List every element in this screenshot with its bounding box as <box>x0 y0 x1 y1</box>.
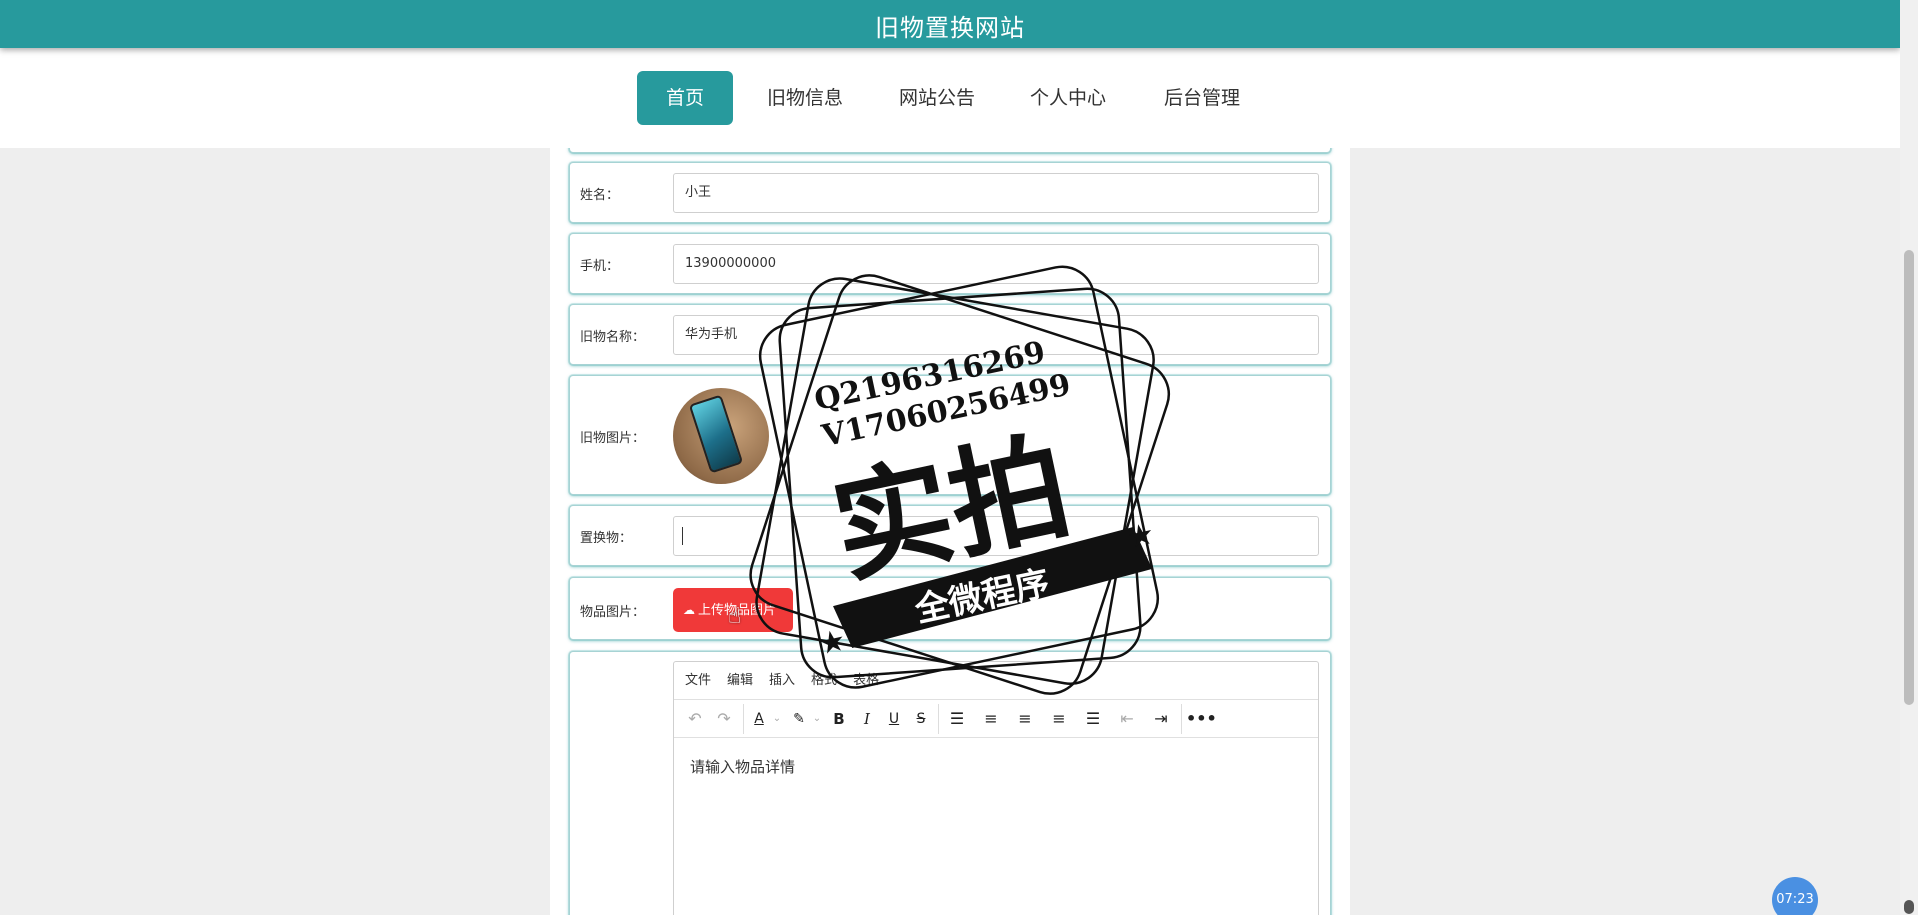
nav-item-profile[interactable]: 个人中心 <box>1018 71 1118 125</box>
menu-insert[interactable]: 插入 <box>769 673 795 688</box>
form-row-item-image: 旧物图片： <box>569 375 1331 495</box>
exchange-item-input[interactable] <box>673 516 1319 556</box>
exchange-item-label: 置换物： <box>580 531 633 546</box>
menu-edit[interactable]: 编辑 <box>727 673 753 688</box>
form-row-goods-image: 物品图片： ☁ 上传物品图片 <box>569 577 1331 640</box>
main-nav: 首页 旧物信息 网站公告 个人中心 后台管理 <box>0 48 1900 148</box>
nav-item-notices[interactable]: 网站公告 <box>887 71 987 125</box>
editor-toolbar: ↶ ↷ A ⌄ ✎ ⌄ B I U S ☰ ≡ ≡ ≡ ☰ ⇤ ⇥ ••• <box>674 700 1318 738</box>
indent-icon[interactable]: ⇥ <box>1148 706 1174 732</box>
line-height-icon[interactable]: ☰ <box>944 706 970 732</box>
align-right-icon[interactable]: ≡ <box>1046 706 1072 732</box>
chevron-down-icon[interactable]: ⌄ <box>810 706 824 732</box>
editor-placeholder: 请输入物品详情 <box>690 758 796 776</box>
editor-content[interactable]: 请输入物品详情 <box>674 738 1318 777</box>
undo-icon[interactable]: ↶ <box>682 706 708 732</box>
nav-item-admin[interactable]: 后台管理 <box>1152 71 1252 125</box>
form-row-name: 姓名： 小王 <box>569 162 1331 223</box>
name-label: 姓名： <box>580 188 620 203</box>
outdent-icon[interactable]: ⇤ <box>1114 706 1140 732</box>
toolbar-divider <box>1181 704 1182 734</box>
chevron-down-icon[interactable]: ⌄ <box>770 706 784 732</box>
site-title: 旧物置换网站 <box>875 14 1025 42</box>
item-name-input[interactable]: 华为手机 <box>673 315 1319 355</box>
page-scrollbar[interactable] <box>1900 0 1918 915</box>
item-image-thumbnail[interactable] <box>673 388 769 484</box>
toolbar-divider <box>743 704 744 734</box>
highlight-icon[interactable]: ✎ <box>788 706 810 732</box>
align-left-icon[interactable]: ≡ <box>978 706 1004 732</box>
rich-text-editor: 文件 编辑 插入 格式 表格 ↶ ↷ A ⌄ ✎ ⌄ B I U S ☰ ≡ ≡ ≡ ☰ <box>673 661 1319 915</box>
timer-badge[interactable]: 07:23 <box>1772 877 1818 915</box>
phone-label: 手机： <box>580 259 620 274</box>
align-justify-icon[interactable]: ☰ <box>1080 706 1106 732</box>
phone-photo <box>688 394 744 474</box>
text-caret <box>682 526 683 545</box>
italic-icon[interactable]: I <box>854 706 880 732</box>
hand-cursor-icon: ☝ <box>728 604 742 629</box>
bold-icon[interactable]: B <box>826 706 852 732</box>
form-row-details: 文件 编辑 插入 格式 表格 ↶ ↷ A ⌄ ✎ ⌄ B I U S ☰ ≡ ≡ ≡ ☰ <box>569 651 1331 915</box>
goods-image-label: 物品图片： <box>580 605 646 620</box>
form-row-item-name: 旧物名称： 华为手机 <box>569 304 1331 365</box>
editor-menubar: 文件 编辑 插入 格式 表格 <box>674 662 1318 700</box>
form-row-phone: 手机： 13900000000 <box>569 233 1331 294</box>
align-center-icon[interactable]: ≡ <box>1012 706 1038 732</box>
menu-format[interactable]: 格式 <box>811 673 837 688</box>
name-input[interactable]: 小王 <box>673 173 1319 213</box>
nav-item-home[interactable]: 首页 <box>637 71 733 125</box>
text-color-icon[interactable]: A <box>748 706 770 732</box>
nav-item-items[interactable]: 旧物信息 <box>755 71 855 125</box>
cloud-upload-icon: ☁ <box>683 603 695 617</box>
item-name-label: 旧物名称： <box>580 330 646 345</box>
menu-file[interactable]: 文件 <box>685 673 711 688</box>
phone-input[interactable]: 13900000000 <box>673 244 1319 284</box>
toolbar-divider <box>938 704 939 734</box>
more-icon[interactable]: ••• <box>1186 706 1217 732</box>
top-header-bar: 旧物置换网站 <box>0 0 1900 48</box>
underline-icon[interactable]: U <box>881 706 907 732</box>
menu-table[interactable]: 表格 <box>853 673 879 688</box>
form-panel: 姓名： 小王 手机： 13900000000 旧物名称： 华为手机 旧物图片： … <box>550 138 1350 915</box>
scrollbar-thumb[interactable] <box>1904 250 1914 705</box>
redo-icon[interactable]: ↷ <box>711 706 737 732</box>
item-image-label: 旧物图片： <box>580 431 646 446</box>
strikethrough-icon[interactable]: S <box>908 706 934 732</box>
scrollbar-arrow[interactable] <box>1904 900 1914 914</box>
form-row-exchange-item: 置换物： <box>569 505 1331 566</box>
